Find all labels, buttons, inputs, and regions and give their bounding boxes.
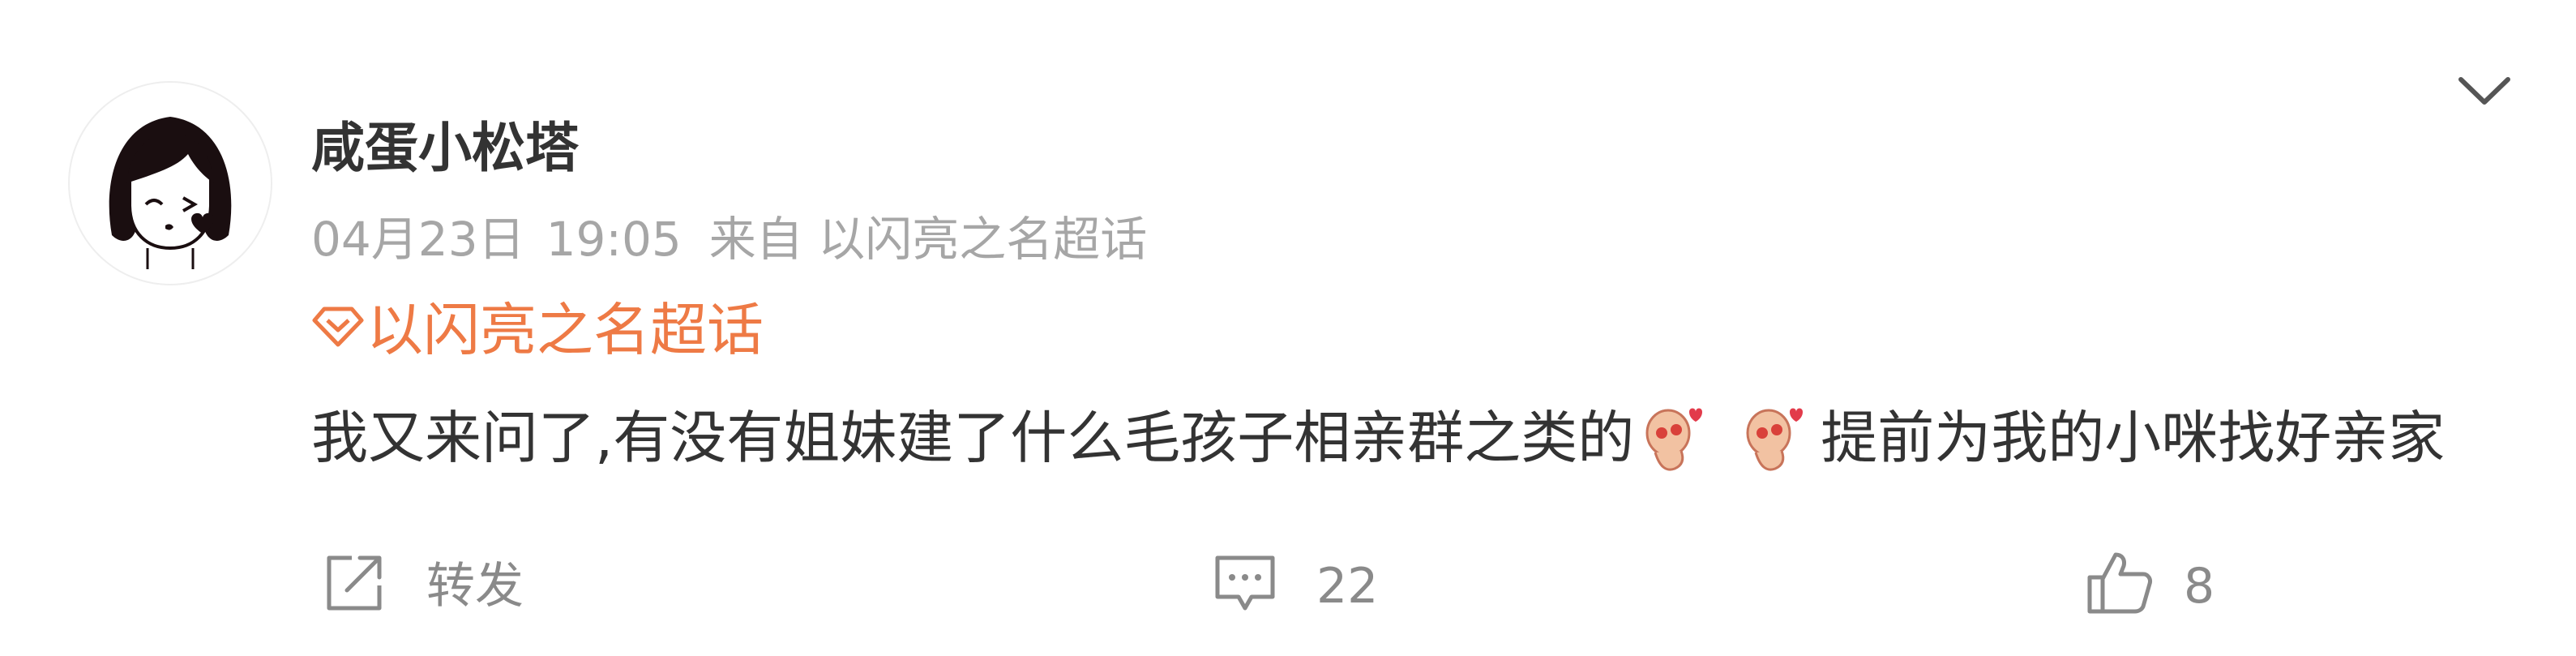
post-content: 我又来问了,有没有姐妹建了什么毛孩子相亲群之类的 提前为我的小咪找好亲家 <box>311 401 2445 475</box>
post-date: 04月23日 <box>311 212 525 267</box>
comment-icon <box>1211 548 1316 624</box>
supertopic-icon <box>311 302 366 358</box>
thumbs-up-icon <box>2085 548 2184 624</box>
post-text-part-1: 我又来问了,有没有姐妹建了什么毛孩子相亲群之类的 <box>311 405 1635 471</box>
like-button[interactable]: 8 <box>2085 548 2214 624</box>
comment-count: 22 <box>1316 558 1379 615</box>
like-count: 8 <box>2184 558 2215 615</box>
heart-eyes-emoji <box>1637 401 1707 475</box>
heart-eyes-emoji <box>1738 401 1808 475</box>
repost-button[interactable]: 转发 <box>321 548 524 624</box>
repost-label: 转发 <box>426 558 524 615</box>
username[interactable]: 咸蛋小松塔 <box>311 122 579 175</box>
avatar[interactable] <box>68 81 272 285</box>
post-source[interactable]: 来自 以闪亮之名超话 <box>709 212 1147 267</box>
topic-label: 以闪亮之名超话 <box>366 297 764 363</box>
chevron-down-icon[interactable] <box>2456 71 2513 112</box>
repost-icon <box>321 548 426 624</box>
post-meta: 04月23日 19:05 来自 以闪亮之名超话 <box>311 216 1147 263</box>
post-time: 19:05 <box>546 212 682 267</box>
topic-link[interactable]: 以闪亮之名超话 <box>311 302 764 358</box>
comment-button[interactable]: 22 <box>1211 548 1378 624</box>
post-text-part-2: 提前为我的小咪找好亲家 <box>1821 405 2445 471</box>
